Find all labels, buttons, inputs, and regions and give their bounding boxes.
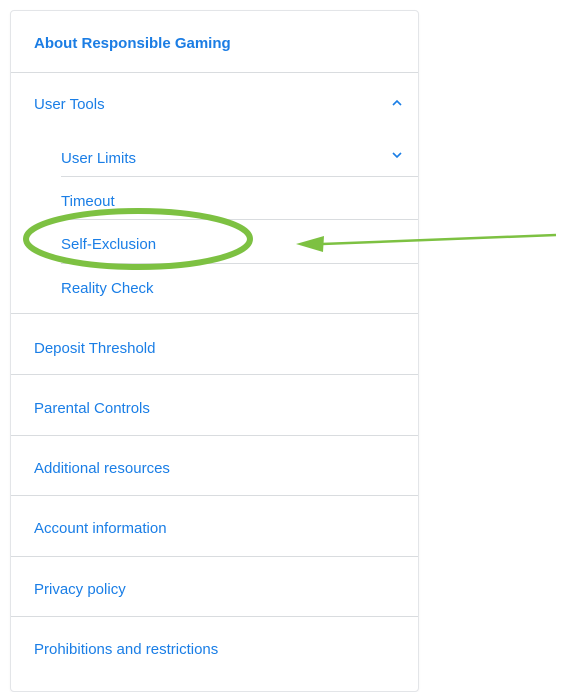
divider (11, 374, 418, 375)
privacy-policy-link[interactable]: Privacy policy (34, 579, 418, 599)
about-responsible-gaming-link[interactable]: About Responsible Gaming (34, 33, 418, 53)
divider (61, 176, 418, 177)
deposit-threshold-link[interactable]: Deposit Threshold (34, 338, 418, 358)
user-tools-label: User Tools (34, 95, 105, 113)
divider (11, 72, 418, 73)
account-information-link[interactable]: Account information (34, 518, 418, 538)
divider (11, 556, 418, 557)
divider (61, 263, 418, 264)
user-limits-label: User Limits (61, 149, 137, 167)
divider (61, 219, 418, 220)
reality-check-link[interactable]: Reality Check (61, 278, 418, 298)
divider (11, 313, 418, 314)
parental-controls-link[interactable]: Parental Controls (34, 398, 418, 418)
divider (11, 495, 418, 496)
responsible-gaming-sidebar: About Responsible Gaming User Tools User… (10, 10, 419, 692)
divider (11, 435, 418, 436)
user-limits-toggle[interactable]: User Limits (61, 148, 418, 168)
chevron-up-icon[interactable] (390, 96, 404, 110)
additional-resources-link[interactable]: Additional resources (34, 458, 418, 478)
divider (11, 616, 418, 617)
user-tools-toggle[interactable]: User Tools (34, 94, 418, 114)
self-exclusion-link[interactable]: Self-Exclusion (61, 234, 418, 254)
timeout-link[interactable]: Timeout (61, 191, 418, 211)
chevron-down-icon[interactable] (390, 148, 404, 162)
prohibitions-and-restrictions-link[interactable]: Prohibitions and restrictions (34, 639, 418, 659)
